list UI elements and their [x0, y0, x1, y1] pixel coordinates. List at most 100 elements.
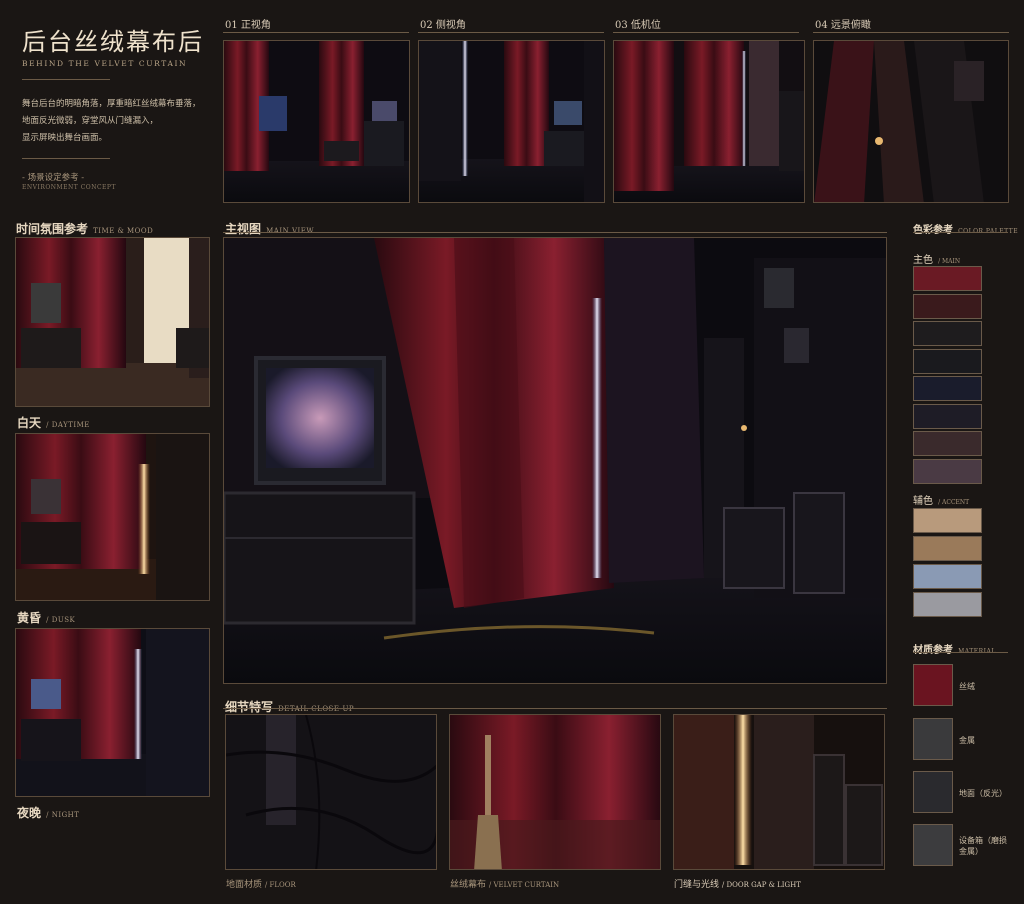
mood-label-cn: 黄昏	[17, 611, 42, 625]
view-label: 04 远景俯瞰	[815, 16, 871, 31]
color-swatch[interactable]	[913, 293, 982, 319]
divider	[913, 652, 1008, 653]
material-label: 金属	[959, 736, 975, 745]
divider	[223, 32, 409, 33]
color-swatch[interactable]	[913, 403, 982, 429]
detail-label-cn: 门缝与光线	[674, 880, 720, 890]
view-number: 02	[420, 20, 433, 31]
material-section-title: 材质参考 MATERIAL	[913, 638, 996, 657]
view-label: 03 低机位	[615, 16, 661, 31]
accent-colors-en-text: ACCENT	[942, 499, 970, 506]
mood-label: 黄昏 / DUSK	[17, 607, 75, 626]
palette-section-title: 色彩参考 COLOR PALETTE	[913, 218, 1018, 237]
accent-colors-label: 辅色 / ACCENT	[913, 489, 969, 508]
mood-label: 夜晚 / NIGHT	[17, 802, 79, 821]
detail-section-title: 细节特写 DETAIL CLOSE-UP	[225, 696, 354, 715]
view-thumbnail-front[interactable]	[223, 40, 410, 203]
divider	[22, 79, 110, 80]
mood-label-en-text: DUSK	[51, 616, 76, 624]
divider	[813, 32, 1009, 33]
color-swatch[interactable]	[913, 458, 982, 484]
detail-label-cn: 地面材质	[226, 880, 263, 890]
mood-label-en: / NIGHT	[46, 811, 80, 819]
detail-floor-image[interactable]	[225, 714, 437, 870]
mood-daytime-image[interactable]	[15, 237, 210, 407]
material-label: 设备箱（磨损金属）	[959, 836, 1007, 856]
view-name: 侧视角	[435, 20, 466, 31]
color-swatch[interactable]	[913, 376, 982, 401]
detail-label: 地面材质 / FLOOR	[226, 877, 296, 890]
mood-label-en-text: NIGHT	[51, 811, 80, 819]
material-swatch-floor[interactable]	[913, 771, 953, 813]
material-label: 地面（反光）	[959, 789, 1007, 798]
section-title-en: MAIN VIEW	[266, 227, 315, 235]
view-number: 03	[615, 20, 628, 31]
material-swatch-metal[interactable]	[913, 718, 953, 760]
color-swatch[interactable]	[913, 536, 982, 561]
mood-label-en: / DUSK	[46, 616, 76, 624]
detail-label-en: / DOOR GAP & LIGHT	[721, 881, 801, 889]
main-view-image[interactable]	[223, 237, 887, 684]
color-swatch[interactable]	[913, 348, 982, 374]
color-swatch[interactable]	[913, 564, 982, 589]
view-number: 01	[225, 20, 238, 31]
color-swatch[interactable]	[913, 321, 982, 346]
divider	[22, 158, 110, 159]
color-swatch[interactable]	[913, 508, 982, 533]
material-swatch-velvet[interactable]	[913, 664, 953, 706]
section-title: 时间氛围参考	[16, 222, 89, 236]
divider	[613, 32, 799, 33]
detail-label-en-text: DOOR GAP & LIGHT	[726, 881, 801, 889]
color-swatch[interactable]	[913, 431, 982, 456]
view-thumbnail-overview[interactable]	[813, 40, 1009, 203]
view-thumbnail-side[interactable]	[418, 40, 605, 203]
setting-label-en: ENVIRONMENT CONCEPT	[22, 184, 116, 191]
color-swatch[interactable]	[913, 592, 982, 617]
setting-label: - 场景设定参考 -	[22, 173, 85, 183]
main-colors-label: 主色 / MAIN	[913, 248, 960, 267]
page-title: 后台丝绒幕布后	[22, 28, 204, 56]
section-title: 材质参考	[913, 645, 953, 656]
mood-label-cn: 白天	[17, 416, 42, 430]
main-colors-en-text: MAIN	[942, 258, 961, 265]
view-label: 01 正视角	[225, 16, 271, 31]
detail-label: 门缝与光线 / DOOR GAP & LIGHT	[674, 877, 801, 890]
main-colors-en: / MAIN	[938, 258, 961, 265]
page-subtitle: BEHIND THE VELVET CURTAIN	[22, 59, 188, 68]
view-name: 低机位	[630, 20, 661, 31]
divider	[913, 232, 1008, 233]
mood-label-cn: 夜晚	[17, 806, 42, 820]
view-name: 远景俯瞰	[830, 20, 871, 31]
color-swatch[interactable]	[913, 266, 982, 291]
accent-colors-en: / ACCENT	[938, 499, 970, 506]
detail-curtain-image[interactable]	[449, 714, 661, 870]
mood-section-title: 时间氛围参考 TIME & MOOD	[16, 218, 153, 237]
divider	[418, 32, 604, 33]
main-colors-cn: 主色	[913, 255, 933, 266]
detail-label-en: / VELVET CURTAIN	[488, 881, 560, 889]
mood-label-en-text: DAYTIME	[51, 421, 90, 429]
description-line: 舞台后台的明暗角落，厚重暗红丝绒幕布垂落，	[22, 99, 201, 109]
scene-description: 舞台后台的明暗角落，厚重暗红丝绒幕布垂落， 地面反光微弱，穿堂风从门缝漏入， 显…	[22, 96, 201, 147]
detail-label-en-text: VELVET CURTAIN	[493, 881, 560, 889]
mood-night-image[interactable]	[15, 628, 210, 797]
view-thumbnail-low-angle[interactable]	[613, 40, 805, 203]
divider	[223, 708, 887, 709]
detail-label-cn: 丝绒幕布	[450, 880, 487, 890]
section-title: 主视图	[225, 222, 262, 236]
detail-door-light-image[interactable]	[673, 714, 885, 870]
detail-label-en-text: FLOOR	[269, 881, 296, 889]
section-title: 细节特写	[225, 700, 274, 714]
material-label: 丝绒	[959, 682, 975, 691]
section-title-en: DETAIL CLOSE-UP	[278, 705, 355, 713]
description-line: 显示屏映出舞台画面。	[22, 133, 108, 143]
section-title-en: TIME & MOOD	[93, 227, 154, 235]
mood-label-en: / DAYTIME	[46, 421, 90, 429]
divider	[223, 232, 887, 233]
view-number: 04	[815, 20, 828, 31]
view-name: 正视角	[240, 20, 271, 31]
mood-label: 白天 / DAYTIME	[17, 412, 90, 431]
material-swatch-equipment-case[interactable]	[913, 824, 953, 866]
view-label: 02 侧视角	[420, 16, 466, 31]
mood-dusk-image[interactable]	[15, 433, 210, 601]
